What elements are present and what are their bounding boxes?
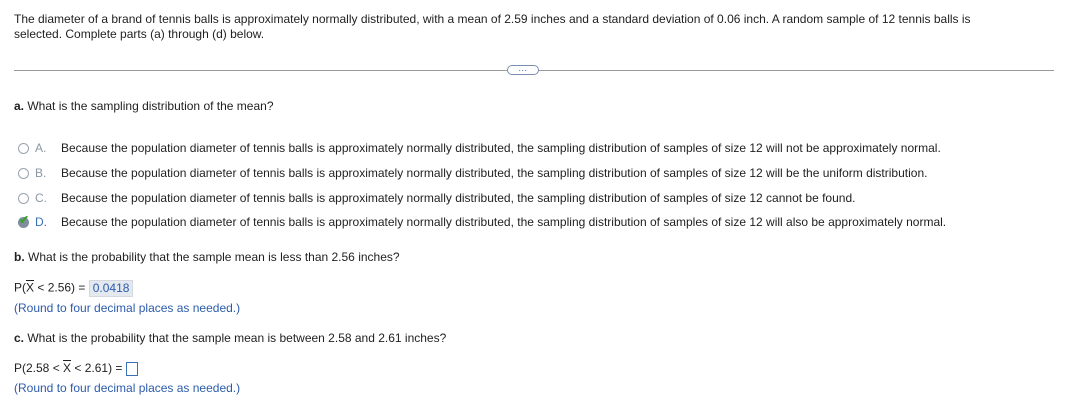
part-b-expr-suffix: < 2.56) = — [34, 280, 89, 295]
problem-statement-line-1: The diameter of a brand of tennis balls … — [14, 12, 971, 26]
option-b-row[interactable]: B. Because the population diameter of te… — [18, 165, 927, 181]
part-c-expr-suffix: < 2.61) = — [71, 361, 126, 375]
option-d-text: Because the population diameter of tenni… — [61, 215, 947, 229]
part-b-expr-prefix: P( — [14, 280, 26, 295]
expand-more-button[interactable]: ... — [507, 63, 539, 75]
part-c-question-text: What is the probability that the sample … — [27, 331, 447, 345]
option-b-radio[interactable] — [18, 167, 29, 179]
part-a-label: a. — [14, 99, 25, 113]
part-c-label: c. — [14, 331, 25, 345]
ellipsis-icon: ... — [518, 63, 528, 73]
part-c-xbar: X — [63, 361, 72, 375]
part-a-question-text: What is the sampling distribution of the… — [27, 99, 274, 113]
part-c-expression: P(2.58 < X < 2.61) = — [14, 361, 138, 376]
part-b-rounding-note: (Round to four decimal places as needed.… — [14, 301, 241, 315]
option-c-radio[interactable] — [18, 192, 29, 204]
part-c-answer-field[interactable] — [125, 361, 138, 376]
option-d-letter: D. — [35, 215, 47, 229]
part-b-question-text: What is the probability that the sample … — [28, 250, 400, 264]
option-c-row[interactable]: C. Because the population diameter of te… — [18, 190, 855, 206]
option-a-letter: A. — [35, 141, 47, 155]
part-b-answer-field[interactable]: 0.0418 — [88, 280, 134, 297]
part-b-label: b. — [14, 250, 25, 264]
option-a-text: Because the population diameter of tenni… — [61, 141, 941, 155]
option-b-text: Because the population diameter of tenni… — [61, 166, 928, 180]
part-b-expression: P(X < 2.56) = 0.0418 — [14, 280, 134, 297]
option-d-row[interactable]: ✔ D. Because the population diameter of … — [18, 214, 946, 230]
option-c-letter: C. — [35, 191, 47, 205]
problem-statement-line-2: selected. Complete parts (a) through (d)… — [14, 27, 265, 41]
option-c-text: Because the population diameter of tenni… — [61, 191, 856, 205]
option-d-radio-selected[interactable]: ✔ — [18, 212, 30, 228]
part-a-question: a. What is the sampling distribution of … — [14, 99, 274, 113]
option-b-letter: B. — [35, 166, 47, 180]
part-b-question: b. What is the probability that the samp… — [14, 250, 400, 264]
part-c-question: c. What is the probability that the samp… — [14, 331, 446, 345]
option-a-row[interactable]: A. Because the population diameter of te… — [18, 140, 941, 156]
part-b-xbar: X — [26, 280, 35, 295]
option-a-radio[interactable] — [18, 142, 29, 154]
part-c-rounding-note: (Round to four decimal places as needed.… — [14, 381, 241, 395]
checkmark-icon: ✔ — [19, 212, 30, 227]
part-c-expr-prefix: P(2.58 < — [14, 361, 64, 375]
